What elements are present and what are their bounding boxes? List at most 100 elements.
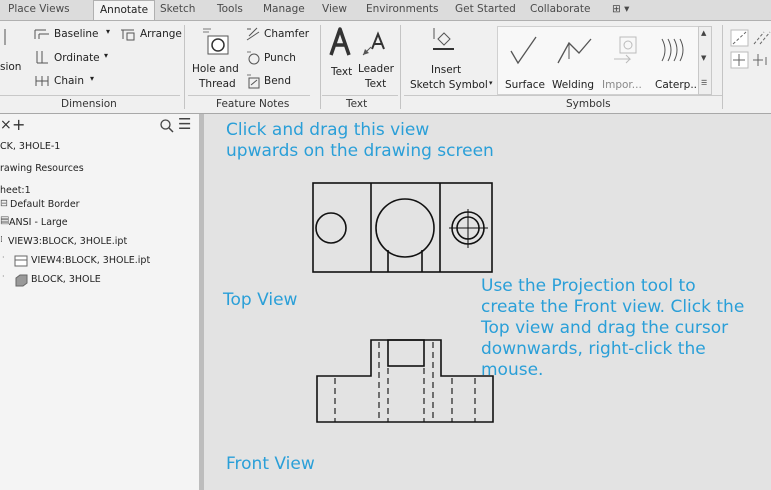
chamfer-button[interactable]: Chamfer: [264, 28, 309, 40]
gallery-scroll-up-icon[interactable]: ▲: [701, 29, 706, 37]
drag-note-line-1: Click and drag this view: [226, 120, 430, 140]
welding-symbol-icon: [557, 38, 592, 64]
tree-item-ansi-large[interactable]: ANSI - Large: [9, 217, 68, 228]
ordinate-dropdown-icon[interactable]: ▾: [104, 51, 108, 60]
leader-text-icon: [362, 31, 385, 56]
leader-text-button-line2[interactable]: Text: [365, 78, 386, 90]
group-separator: [320, 25, 321, 109]
punch-button[interactable]: Punch: [264, 52, 296, 64]
centerline-bisector-icon[interactable]: [752, 29, 771, 47]
tab-environments[interactable]: Environments: [366, 3, 439, 15]
insert-sketch-symbol-icon: [433, 28, 454, 50]
leader-text-button[interactable]: Leader: [358, 63, 394, 75]
add-tab-button[interactable]: +: [12, 115, 25, 134]
punch-icon: [247, 51, 260, 65]
dimension-group-label: Dimension: [61, 98, 117, 110]
hole-and-thread-button[interactable]: Hole and: [192, 63, 239, 75]
projection-instruction-note: Use the Projection tool to create the Fr…: [481, 276, 744, 381]
group-separator: [722, 25, 723, 109]
model-browser: × + ☰ CK, 3HOLE-1 rawing Resources heet:…: [0, 114, 199, 490]
projection-note-line-3: Top view and drag the cursor: [481, 318, 729, 338]
tree-item-drawing-root[interactable]: CK, 3HOLE-1: [0, 141, 60, 152]
ribbon-panel: sion Baseline ▾ Arrange Ordinate ▾ Chain…: [0, 21, 771, 114]
feature-notes-group-label: Feature Notes: [216, 98, 290, 110]
text-button[interactable]: Text: [331, 66, 352, 78]
tab-collaborate[interactable]: Collaborate: [530, 3, 590, 15]
import-symbol-button[interactable]: Impor...: [602, 79, 642, 91]
hole-and-thread-button-line2[interactable]: Thread: [199, 78, 236, 90]
tree-item-view3[interactable]: VIEW3:BLOCK, 3HOLE.ipt: [8, 236, 127, 247]
dimension-group-divider: [0, 95, 180, 96]
chain-icon: [35, 76, 49, 86]
projection-note-line-2: create the Front view. Click the: [481, 297, 745, 317]
dimension-icon[interactable]: [2, 29, 8, 49]
projection-note-line-5: mouse.: [481, 360, 544, 380]
symbols-group-label: Symbols: [566, 98, 611, 110]
baseline-dropdown-icon[interactable]: ▾: [106, 27, 110, 36]
dimension-label-partial[interactable]: sion: [0, 61, 21, 73]
caterpillar-symbol-button[interactable]: Caterp...: [655, 79, 700, 91]
search-icon[interactable]: [160, 119, 174, 133]
import-symbol-icon: [614, 36, 637, 64]
baseline-icon: [34, 29, 49, 39]
group-separator: [184, 25, 185, 109]
text-group-label: Text: [346, 98, 368, 110]
hole-thread-icon: [203, 28, 229, 55]
insert-sketch-symbol-button-line2[interactable]: Sketch Symbol: [410, 79, 488, 91]
bend-button[interactable]: Bend: [264, 75, 291, 87]
ribbon-tab-bar: Place Views Annotate Sketch Tools Manage…: [0, 0, 771, 21]
bend-icon: [247, 74, 260, 89]
tree-item-sheet[interactable]: heet:1: [0, 185, 31, 196]
group-separator: [400, 25, 401, 109]
tab-get-started[interactable]: Get Started: [455, 3, 516, 15]
tree-item-default-border[interactable]: Default Border: [10, 199, 80, 210]
arrange-icon: [121, 29, 135, 41]
ordinate-icon: [36, 51, 48, 64]
chamfer-icon: [246, 27, 260, 41]
tab-sketch[interactable]: Sketch: [160, 3, 195, 15]
top-view-label: Top View: [223, 290, 298, 310]
projection-note-line-4: downwards, right-click the: [481, 339, 706, 359]
top-view-drawing[interactable]: [312, 182, 494, 274]
chain-button[interactable]: Chain: [54, 75, 84, 87]
drag-instruction-note: Click and drag this view upwards on the …: [226, 120, 494, 162]
ordinate-button[interactable]: Ordinate: [54, 52, 100, 64]
tab-view[interactable]: View: [322, 3, 347, 15]
front-view-drawing[interactable]: [315, 338, 495, 424]
tree-expand-icon[interactable]: ·: [2, 253, 5, 262]
tree-collapse-icon[interactable]: ⊟: [0, 198, 8, 209]
sketch-symbol-dropdown-icon[interactable]: ▾: [489, 79, 493, 87]
tree-item-block-3hole[interactable]: BLOCK, 3HOLE: [31, 274, 101, 285]
tree-item-drawing-resources[interactable]: rawing Resources: [0, 163, 84, 174]
insert-sketch-symbol-button[interactable]: Insert: [431, 64, 461, 76]
caterpillar-symbol-icon: [661, 38, 684, 62]
welding-symbol-button[interactable]: Welding: [552, 79, 594, 91]
front-view-label: Front View: [226, 454, 315, 474]
feature-notes-group-divider: [188, 95, 310, 96]
centered-pattern-icon[interactable]: [752, 51, 771, 69]
gallery-expand-icon[interactable]: ☰: [701, 79, 707, 87]
tab-extra-dropdown[interactable]: ⊞ ▾: [612, 3, 629, 15]
tab-place-views[interactable]: Place Views: [8, 3, 70, 15]
tab-tools[interactable]: Tools: [217, 3, 243, 15]
projection-note-line-1: Use the Projection tool to: [481, 276, 696, 296]
tree-item-view4[interactable]: VIEW4:BLOCK, 3HOLE.ipt: [31, 255, 150, 266]
tab-annotate[interactable]: Annotate: [93, 0, 156, 20]
symbols-gallery-scrollbar[interactable]: ▲ ▼ ☰: [698, 26, 712, 95]
text-group-divider: [322, 95, 398, 96]
chain-dropdown-icon[interactable]: ▾: [90, 74, 94, 83]
tab-manage[interactable]: Manage: [263, 3, 305, 15]
view-icon: ⁞: [0, 235, 3, 245]
baseline-button[interactable]: Baseline: [54, 28, 99, 40]
tree-expand-icon[interactable]: ·: [2, 272, 5, 281]
center-mark-icon[interactable]: [730, 51, 750, 69]
drag-note-line-2: upwards on the drawing screen: [226, 141, 494, 161]
menu-icon[interactable]: ☰: [178, 115, 191, 133]
symbols-group-divider: [404, 95, 722, 96]
close-icon[interactable]: ×: [0, 117, 12, 133]
gallery-scroll-down-icon[interactable]: ▼: [701, 54, 706, 62]
centerline-icon[interactable]: [730, 29, 750, 47]
arrange-button[interactable]: Arrange: [140, 28, 182, 40]
text-tool-icon: [329, 27, 351, 56]
surface-symbol-button[interactable]: Surface: [505, 79, 545, 91]
